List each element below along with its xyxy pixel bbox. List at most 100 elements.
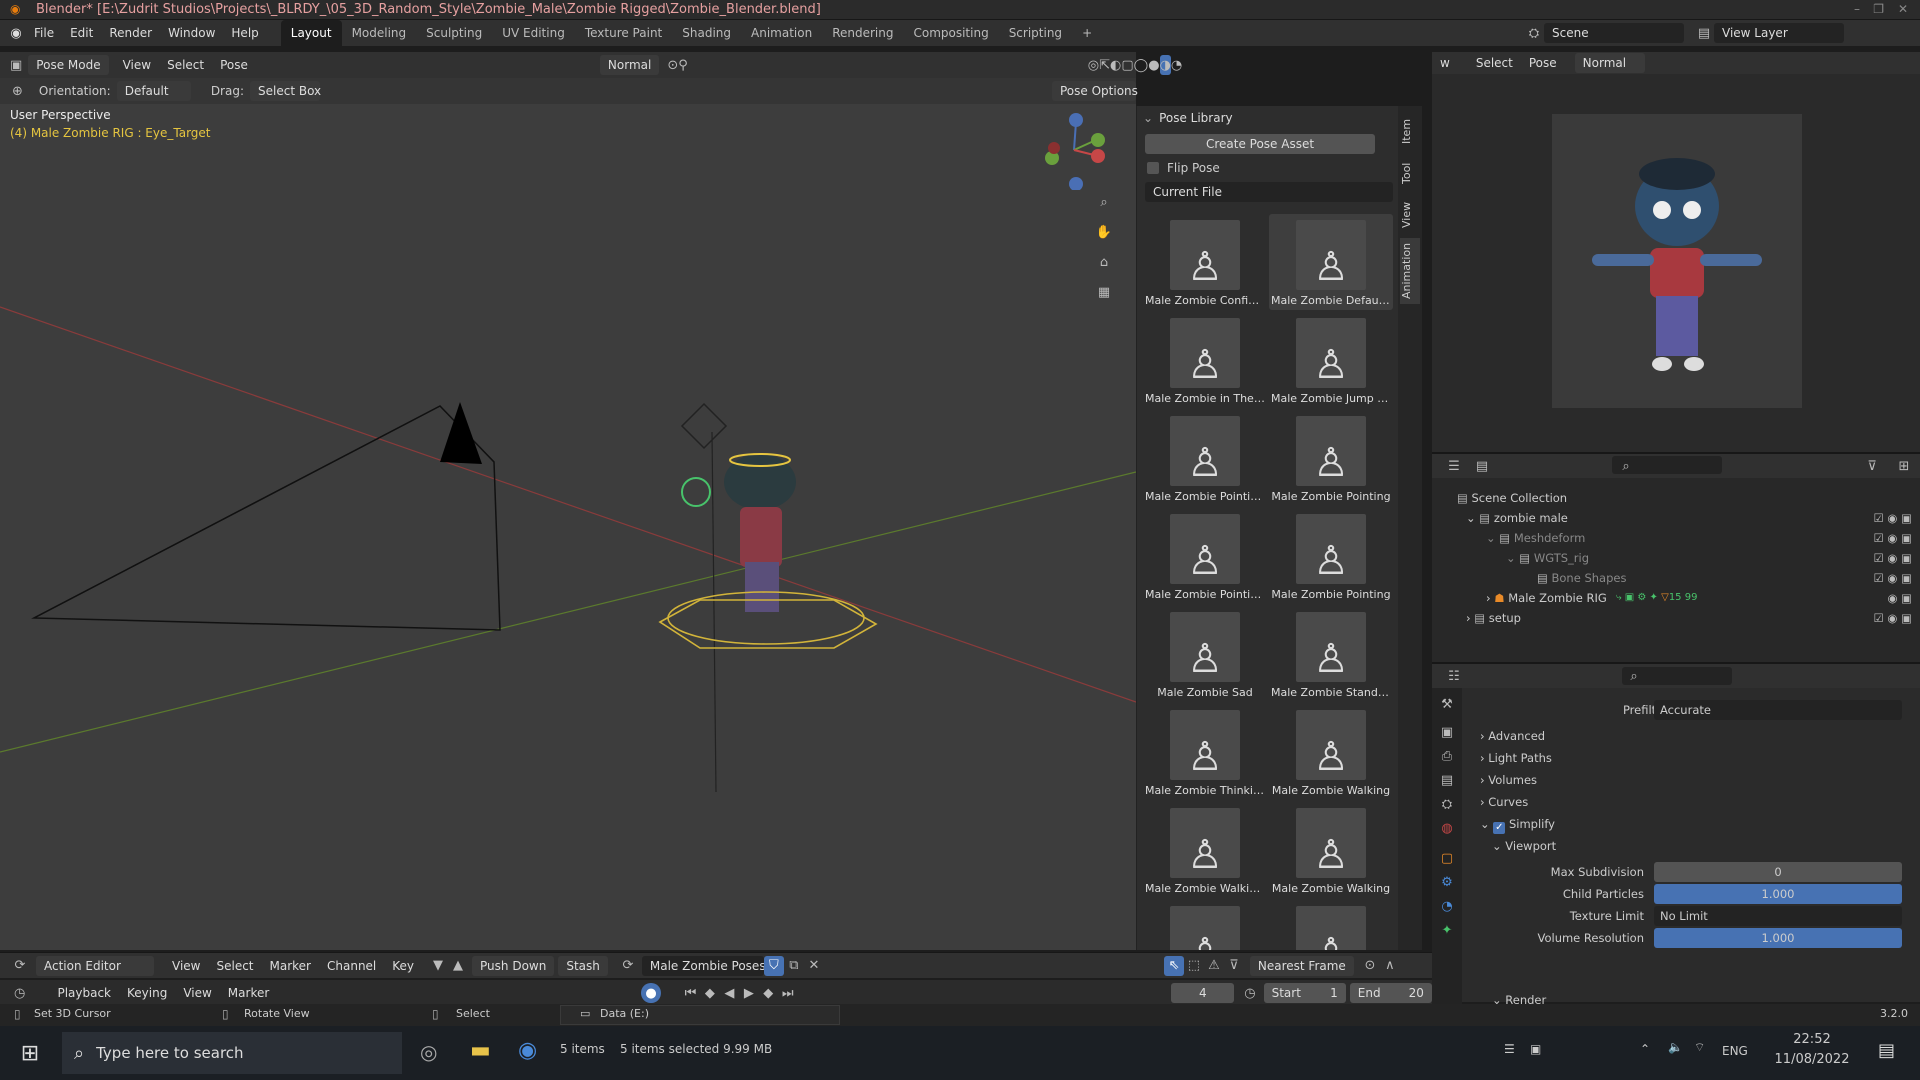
section-simplify[interactable]: ⌄ ✓ Simplify [1480, 814, 1555, 834]
tab-view[interactable]: View [1400, 196, 1420, 234]
pose-thumbnail[interactable]: ♙ [1269, 900, 1393, 950]
expand-arrow-icon[interactable]: ⌄ [1466, 511, 1476, 525]
tab-rendering[interactable]: Rendering [822, 20, 903, 46]
tab-tool[interactable]: Tool [1400, 154, 1420, 192]
output-tab-icon[interactable]: ⎙ [1437, 746, 1457, 766]
visibility-toggles[interactable]: ☑ ◉ ▣ [1873, 548, 1912, 568]
new-collection-icon[interactable]: ⊞ [1894, 456, 1914, 476]
taskbar-search-input[interactable]: ⌕ Type here to search [62, 1032, 402, 1074]
ae-menu-view[interactable]: View [164, 956, 208, 976]
menu-view[interactable]: View [115, 55, 159, 75]
tab-layout[interactable]: Layout [280, 20, 342, 46]
snap-icon[interactable]: ⚲ [678, 55, 688, 75]
menu-playback[interactable]: Playback [49, 983, 119, 1003]
blender-menu-icon[interactable]: ◉ [6, 23, 26, 43]
object-tab-icon[interactable]: ▢ [1437, 848, 1457, 868]
ae-menu-key[interactable]: Key [384, 956, 422, 976]
world-tab-icon[interactable]: ◍ [1437, 818, 1457, 838]
section-curves[interactable]: › Curves [1480, 792, 1528, 812]
tab-scripting[interactable]: Scripting [999, 20, 1072, 46]
orientation-right[interactable]: Normal [1574, 53, 1645, 73]
menu-render[interactable]: Render [101, 23, 160, 43]
end-frame-field[interactable]: End 20 [1349, 983, 1432, 1003]
pose-options-dropdown[interactable]: Pose Options [1052, 81, 1138, 101]
pose-thumbnail[interactable]: ♙ Male Zombie Standin... [1269, 606, 1393, 702]
outliner-item[interactable]: › ▤ setup ☑ ◉ ▣ [1466, 608, 1916, 628]
menu-file[interactable]: File [26, 23, 62, 43]
create-pose-asset-button[interactable]: Create Pose Asset [1145, 134, 1375, 154]
only-selected-icon[interactable]: ⇖ [1163, 955, 1184, 976]
pose-thumbnail[interactable]: ♙ Male Zombie Pointing [1269, 410, 1393, 506]
tab-modeling[interactable]: Modeling [342, 20, 417, 46]
menu-select-right[interactable]: Select [1468, 53, 1521, 73]
push-down-button[interactable]: Push Down [472, 955, 555, 976]
perspective-grid-icon[interactable]: ▦ [1094, 282, 1114, 302]
data-tab-icon[interactable]: ✦ [1437, 920, 1457, 940]
orientation-selector[interactable]: Default [116, 81, 191, 101]
proportional-icon[interactable]: ⊙ [1360, 956, 1380, 976]
visibility-toggles[interactable]: ☑ ◉ ▣ [1873, 608, 1912, 628]
clock-time[interactable]: 22:52 [1782, 1032, 1842, 1047]
pose-thumbnail[interactable]: ♙ [1143, 900, 1267, 950]
pose-thumbnail[interactable]: ♙ Male Zombie in The ai [1143, 312, 1267, 408]
pose-thumbnail[interactable]: ♙ Male Zombie Walkin... [1143, 802, 1267, 898]
drag-selector[interactable]: Select Box [250, 81, 321, 101]
minimize-icon[interactable]: – [1854, 2, 1860, 16]
section-volumes[interactable]: › Volumes [1480, 770, 1537, 790]
pose-thumbnail[interactable]: ♙ Male Zombie Pointin... [1143, 410, 1267, 506]
browser-icon[interactable]: ◉ [518, 1038, 537, 1063]
language-indicator[interactable]: ENG [1722, 1044, 1748, 1058]
filter-icon[interactable]: ⊽ [1862, 456, 1882, 476]
stopwatch-icon[interactable]: ◷ [1240, 983, 1259, 1003]
display-mode-icon[interactable]: ▤ [1472, 456, 1492, 476]
tab-item[interactable]: Item [1400, 112, 1420, 150]
menu-view-trunc[interactable]: w [1432, 53, 1458, 73]
snap-mode-selector[interactable]: Nearest Frame [1249, 955, 1354, 976]
large-icons-view-icon[interactable]: ▣ [1530, 1042, 1541, 1056]
scene-tab-icon[interactable]: ⛭ [1437, 794, 1457, 814]
maximize-icon[interactable]: ❐ [1873, 2, 1884, 16]
flip-pose-checkbox[interactable] [1147, 162, 1159, 174]
record-icon[interactable]: ● [641, 983, 661, 1003]
tab-animation[interactable]: Animation [1400, 238, 1420, 304]
xray-icon[interactable]: ▢ [1121, 55, 1133, 75]
play-icon[interactable]: ▶ [739, 983, 758, 1003]
volume-icon[interactable]: 🔈 [1668, 1040, 1683, 1054]
material-shading-icon[interactable]: ◑ [1159, 55, 1171, 75]
tab-shading[interactable]: Shading [672, 20, 741, 46]
ae-menu-channel[interactable]: Channel [319, 956, 384, 976]
expand-arrow-icon[interactable]: › [1486, 591, 1491, 605]
visibility-toggles[interactable]: ☑ ◉ ▣ [1873, 568, 1912, 588]
navigation-gizmo[interactable] [1040, 110, 1110, 190]
gizmo-icon[interactable]: ⇱ [1099, 55, 1110, 75]
prefilter-selector[interactable]: Accurate [1654, 700, 1902, 720]
windows-start-icon[interactable]: ⊞ [0, 1026, 60, 1080]
network-icon[interactable]: ⌔ [1694, 1040, 1705, 1055]
outliner-item[interactable]: ⌄ ▤ zombie male ☑ ◉ ▣ [1466, 508, 1916, 528]
expand-arrow-icon[interactable]: ⌄ [1486, 531, 1496, 545]
outliner-editor-icon[interactable]: ☰ [1444, 456, 1464, 476]
pose-thumbnail[interactable]: ♙ Male Zombie Default ... [1269, 214, 1393, 310]
next-keyframe-icon[interactable]: ◆ [759, 983, 778, 1003]
filter-icon[interactable]: ⊽ [1224, 956, 1244, 976]
arrow-down-icon[interactable]: ▼ [428, 956, 448, 976]
pose-thumbnail[interactable]: ♙ Male Zombie Walking [1269, 704, 1393, 800]
editor-type-icon[interactable]: ▣ [10, 55, 22, 75]
property-value-field[interactable]: 1.000 [1654, 884, 1902, 904]
scene-selector[interactable]: Scene [1544, 23, 1684, 43]
tab-compositing[interactable]: Compositing [903, 20, 998, 46]
tab-uv-editing[interactable]: UV Editing [492, 20, 575, 46]
subsection-viewport[interactable]: ⌄ Viewport [1492, 836, 1556, 856]
details-view-icon[interactable]: ☰ [1504, 1042, 1515, 1056]
3d-viewport[interactable]: User Perspective (4) Male Zombie RIG : E… [0, 52, 1136, 950]
outliner-item[interactable]: ▤ Scene Collection [1446, 488, 1916, 508]
clock-date[interactable]: 11/08/2022 [1762, 1052, 1862, 1067]
zoom-icon[interactable]: ⌕ [1094, 192, 1114, 212]
camera-viewport[interactable]: w Select Pose Normal [1432, 52, 1920, 452]
pose-thumbnail[interactable]: ♙ Male Zombie Pointin... [1143, 508, 1267, 604]
outliner-item[interactable]: ▤ Bone Shapes ☑ ◉ ▣ [1526, 568, 1916, 588]
tab-texture-paint[interactable]: Texture Paint [575, 20, 672, 46]
timeline-menu-marker[interactable]: Marker [220, 983, 277, 1003]
ae-menu-select[interactable]: Select [208, 956, 261, 976]
menu-select[interactable]: Select [159, 55, 212, 75]
